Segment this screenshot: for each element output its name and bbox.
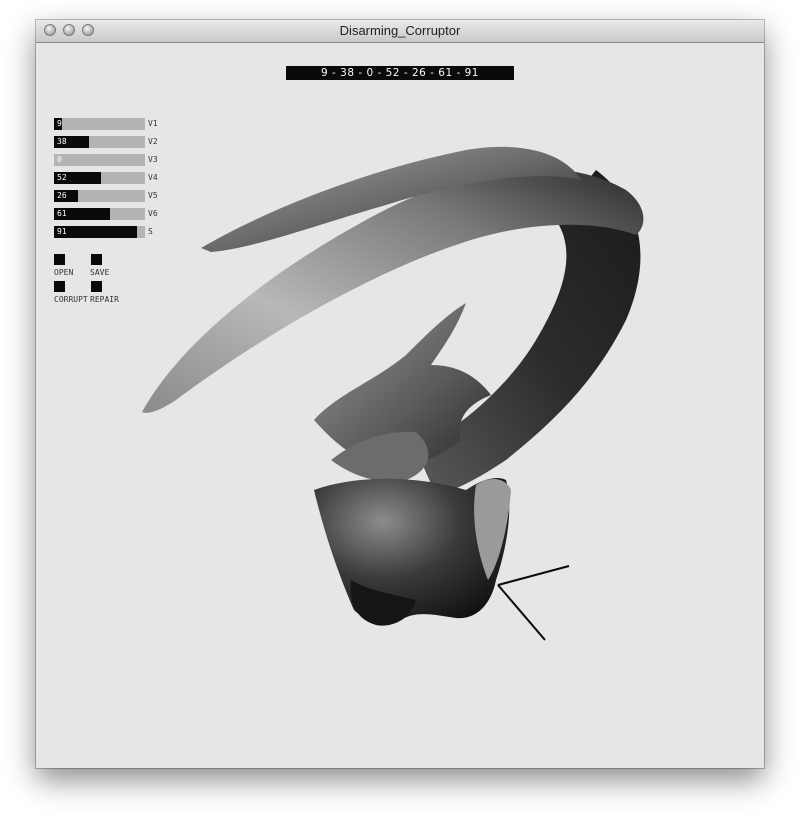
open-label: OPEN — [54, 268, 74, 277]
slider-v5[interactable]: 26 V5 — [54, 190, 164, 202]
slider-label: S — [148, 227, 153, 236]
slider-v2[interactable]: 38 V2 — [54, 136, 164, 148]
slider-label: V5 — [148, 191, 158, 200]
slider-label: V4 — [148, 173, 158, 182]
slider-label: V2 — [148, 137, 158, 146]
slider-label: V3 — [148, 155, 158, 164]
slider-track[interactable] — [54, 118, 145, 130]
slider-value: 0 — [57, 155, 62, 164]
slider-v1[interactable]: 9 V1 — [54, 118, 164, 130]
slider-v3[interactable]: 0 V3 — [54, 154, 164, 166]
slider-track[interactable] — [54, 172, 145, 184]
app-window: Disarming_Corruptor 9 - 38 - 0 - 52 - 26… — [36, 20, 764, 768]
mesh-line-upper — [497, 565, 570, 586]
repair-label: REPAIR — [90, 295, 119, 304]
slider-value: 52 — [57, 173, 67, 182]
slider-s[interactable]: 91 S — [54, 226, 164, 238]
corrupt-label: CORRUPT — [54, 295, 88, 304]
mesh-line-lower — [497, 584, 546, 641]
repair-button[interactable] — [91, 281, 102, 292]
slider-v4[interactable]: 52 V4 — [54, 172, 164, 184]
save-label: SAVE — [90, 268, 110, 277]
mesh-viewport[interactable] — [36, 20, 764, 768]
parameter-readout: 9 - 38 - 0 - 52 - 26 - 61 - 91 — [286, 66, 514, 80]
slider-value: 26 — [57, 191, 67, 200]
slider-value: 38 — [57, 137, 67, 146]
slider-label: V6 — [148, 209, 158, 218]
slider-label: V1 — [148, 119, 158, 128]
slider-value: 9 — [57, 119, 62, 128]
open-button[interactable] — [54, 254, 65, 265]
slider-track[interactable] — [54, 208, 145, 220]
slider-track[interactable] — [54, 154, 145, 166]
slider-track[interactable] — [54, 136, 145, 148]
slider-value: 61 — [57, 209, 67, 218]
slider-track[interactable] — [54, 226, 145, 238]
slider-value: 91 — [57, 227, 67, 236]
slider-v6[interactable]: 61 V6 — [54, 208, 164, 220]
slider-track[interactable] — [54, 190, 145, 202]
corrupt-button[interactable] — [54, 281, 65, 292]
save-button[interactable] — [91, 254, 102, 265]
